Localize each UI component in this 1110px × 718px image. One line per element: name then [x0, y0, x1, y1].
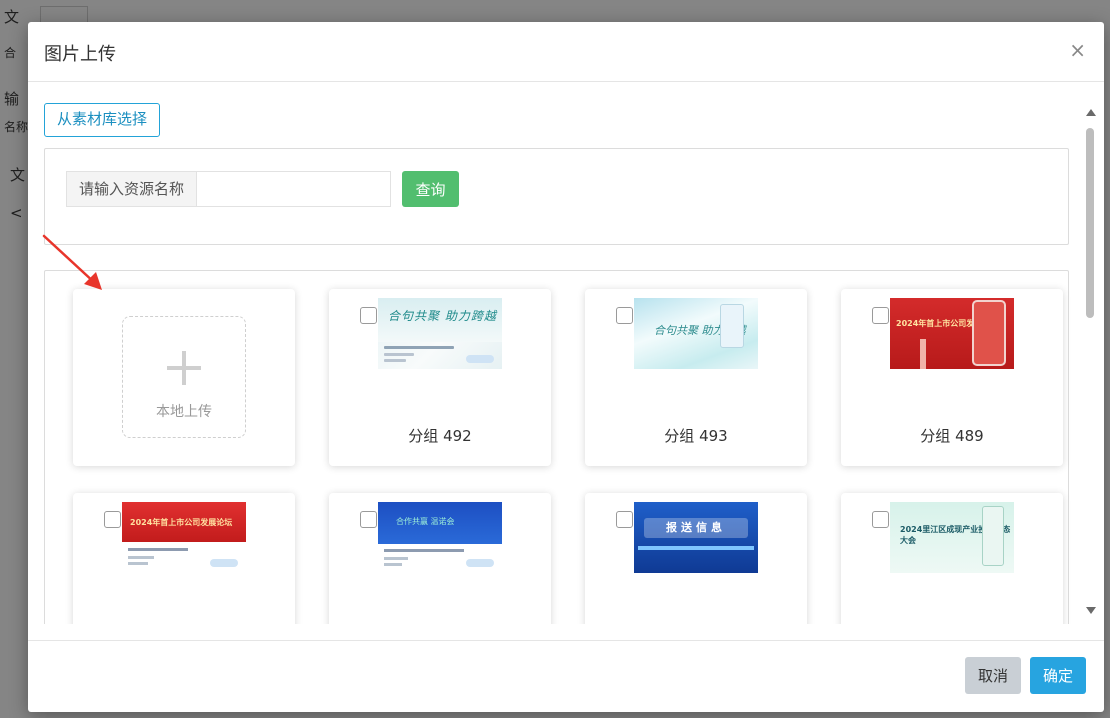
bg-text-fragment: <: [10, 204, 23, 222]
close-icon[interactable]: ×: [1069, 38, 1086, 62]
image-thumbnail: 合作共赢 温诺会: [378, 502, 502, 573]
resource-name-input[interactable]: [196, 171, 391, 207]
scroll-up-arrow-icon[interactable]: [1086, 109, 1096, 116]
image-name: 分组 492: [408, 427, 472, 445]
search-button[interactable]: 查询: [402, 171, 459, 207]
upload-dropzone[interactable]: 本地上传: [122, 316, 246, 438]
confirm-button[interactable]: 确定: [1030, 657, 1086, 694]
image-upload-dialog: 图片上传 × 从素材库选择 请输入资源名称 查询 本地上传 合句共聚 助力跨越: [28, 22, 1104, 712]
image-checkbox[interactable]: [360, 511, 377, 528]
image-card[interactable]: 2024里江区成现产业投资生态大会: [841, 493, 1063, 624]
image-grid: 本地上传 合句共聚 助力跨越 分组 492 合句共聚 助力跨越 分组 493 2…: [44, 270, 1069, 624]
image-checkbox[interactable]: [872, 511, 889, 528]
image-thumbnail: 2024里江区成现产业投资生态大会: [890, 502, 1014, 573]
image-checkbox[interactable]: [616, 307, 633, 324]
dialog-header: 图片上传 ×: [28, 22, 1104, 82]
dialog-footer: 取消 确定: [28, 640, 1104, 712]
image-thumbnail: 2024年首上市公司发展论坛: [890, 298, 1014, 369]
image-card[interactable]: 合句共聚 助力跨越 分组 492: [329, 289, 551, 466]
image-thumbnail: 合句共聚 助力跨越: [634, 298, 758, 369]
image-checkbox[interactable]: [360, 307, 377, 324]
image-card[interactable]: 2024年首上市公司发展论坛: [73, 493, 295, 624]
bg-text-fragment: 文: [10, 166, 26, 184]
image-card[interactable]: 合作共赢 温诺会: [329, 493, 551, 624]
image-thumbnail: 报送信息: [634, 502, 758, 573]
bg-text-fragment: 名称: [4, 120, 29, 134]
thumbnail-text: 合句共聚 助力跨越: [388, 309, 497, 323]
search-label: 请输入资源名称: [66, 171, 196, 207]
thumbnail-text: 合作共赢 温诺会: [396, 517, 455, 526]
scroll-down-arrow-icon[interactable]: [1086, 607, 1096, 614]
thumbnail-text: 报送信息: [644, 518, 748, 538]
search-panel: 请输入资源名称 查询: [44, 148, 1069, 245]
image-checkbox[interactable]: [872, 307, 889, 324]
image-checkbox[interactable]: [104, 511, 121, 528]
annotation-arrow-icon: [42, 234, 102, 290]
image-name: 分组 493: [664, 427, 728, 445]
bg-text-fragment: 文: [4, 8, 20, 26]
image-thumbnail: 合句共聚 助力跨越: [378, 298, 502, 369]
bg-text-fragment: 合: [4, 46, 17, 60]
select-from-library-button[interactable]: 从素材库选择: [44, 103, 161, 137]
bg-text-fragment: 输: [4, 90, 20, 108]
scrollbar-thumb[interactable]: [1086, 128, 1094, 318]
image-checkbox[interactable]: [616, 511, 633, 528]
vertical-scrollbar[interactable]: [1082, 83, 1100, 624]
plus-icon: [167, 351, 201, 385]
image-card[interactable]: 合句共聚 助力跨越 分组 493: [585, 289, 807, 466]
image-card[interactable]: 报送信息: [585, 493, 807, 624]
local-upload-label: 本地上传: [156, 404, 212, 420]
image-thumbnail: 2024年首上市公司发展论坛: [122, 502, 246, 573]
cancel-button[interactable]: 取消: [965, 657, 1021, 694]
thumbnail-text: 2024年首上市公司发展论坛: [130, 518, 233, 527]
image-card[interactable]: 2024年首上市公司发展论坛 分组 489: [841, 289, 1063, 466]
dialog-body: 从素材库选择 请输入资源名称 查询 本地上传 合句共聚 助力跨越 分组 492 …: [28, 83, 1104, 624]
image-name: 分组 489: [920, 427, 984, 445]
dialog-title: 图片上传: [44, 44, 116, 65]
local-upload-card[interactable]: 本地上传: [73, 289, 295, 466]
